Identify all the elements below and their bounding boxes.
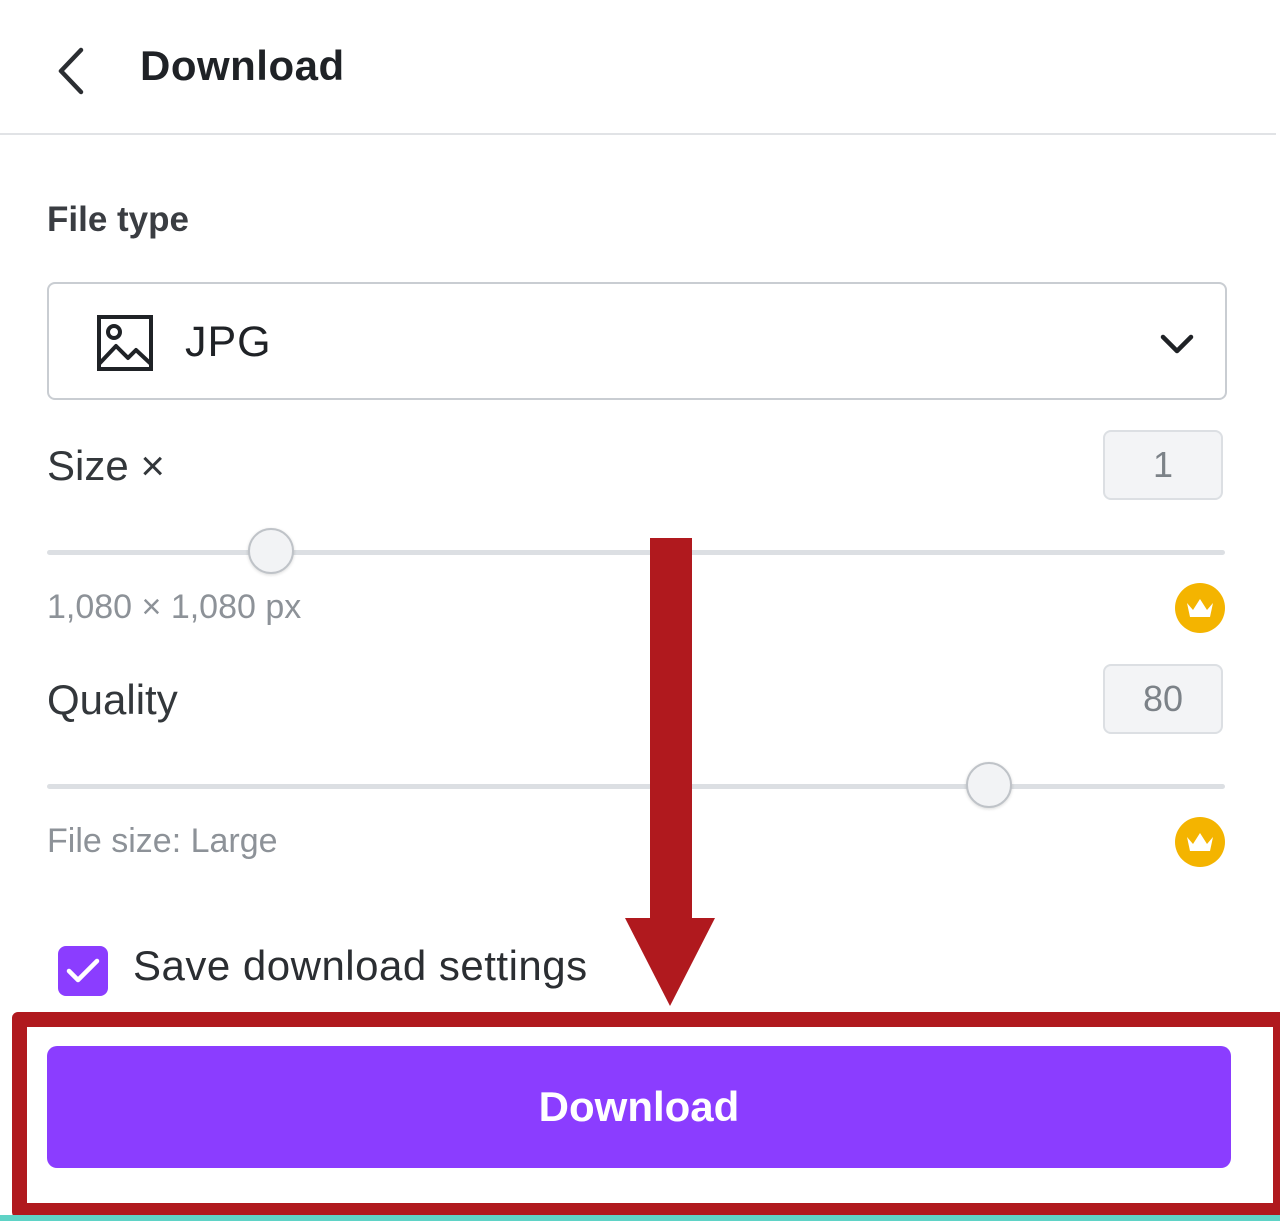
size-slider-track <box>47 550 1225 555</box>
crown-icon <box>1175 583 1225 633</box>
quality-input[interactable]: 80 <box>1103 664 1223 734</box>
save-settings-checkbox[interactable] <box>58 946 108 996</box>
checkmark-icon <box>66 958 100 983</box>
file-type-label: File type <box>47 200 189 239</box>
file-size-text: File size: Large <box>47 822 278 860</box>
save-settings-label: Save download settings <box>133 942 588 989</box>
chevron-down-icon <box>1160 334 1194 354</box>
size-label: Size × <box>47 442 165 489</box>
quality-slider-thumb[interactable] <box>966 762 1013 808</box>
chevron-left-icon <box>58 47 84 95</box>
size-slider-thumb[interactable] <box>247 528 294 574</box>
quality-slider-track <box>47 784 1225 789</box>
quality-label: Quality <box>47 676 178 723</box>
size-input[interactable]: 1 <box>1103 430 1223 500</box>
quality-slider[interactable] <box>47 762 1225 812</box>
size-dimensions: 1,080 × 1,080 px <box>47 588 302 626</box>
download-panel: Download File type JPG Size × 1 1,080 × … <box>0 0 1280 1221</box>
download-button[interactable]: Download <box>47 1046 1231 1168</box>
page-title: Download <box>140 42 345 89</box>
back-button[interactable] <box>40 38 100 104</box>
panel-header: Download <box>0 0 1276 135</box>
crown-icon <box>1175 817 1225 867</box>
image-icon <box>97 315 153 371</box>
size-slider[interactable] <box>47 528 1225 578</box>
file-type-select[interactable]: JPG <box>47 282 1227 400</box>
file-type-value: JPG <box>185 318 272 366</box>
bottom-edge <box>0 1215 1280 1221</box>
